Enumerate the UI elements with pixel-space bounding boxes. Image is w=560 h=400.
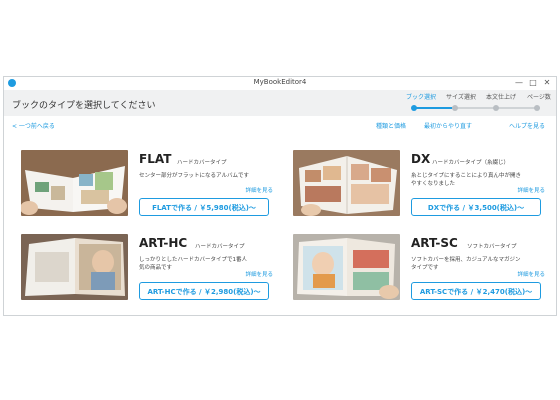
create-dx-button[interactable]: DXで作る / ￥3,500(税込)〜 (411, 198, 541, 216)
detail-link-art-sc[interactable]: 詳細を見る (517, 270, 545, 278)
product-card-art-sc: ART-SC ソフトカバータイプ ソフトカバーを採用、カジュアルなマガジンタイプ… (293, 234, 547, 306)
product-subtitle-art-sc: ソフトカバータイプ (467, 244, 517, 250)
product-desc-dx: 糸とじタイプにすることにより真ん中が開きやすくなりました (411, 173, 521, 187)
product-photo-flat (21, 150, 128, 216)
create-art-hc-button[interactable]: ART-HCで作る / ￥2,980(税込)〜 (139, 282, 269, 300)
step-page-count: ページ数 (527, 94, 551, 101)
product-card-art-hc: ART-HC ハードカバータイプ しっかりとしたハードカバータイプで1番人気の商… (21, 234, 275, 306)
product-desc-art-hc: しっかりとしたハードカバータイプで1番人気の商品です (139, 257, 248, 271)
create-flat-button[interactable]: FLATで作る / ￥5,980(税込)〜 (139, 198, 269, 216)
step-dot-2 (452, 105, 458, 111)
product-card-dx: DX ハードカバータイプ（糸綴じ） 糸とじタイプにすることにより真ん中が開きやす… (293, 150, 547, 222)
detail-link-dx[interactable]: 詳細を見る (517, 186, 545, 194)
product-subtitle-art-hc: ハードカバータイプ (195, 244, 245, 250)
page-title: ブックのタイプを選択してください (12, 101, 156, 111)
product-desc-flat: センター部分がフラットになるアルバムです (139, 173, 249, 179)
create-art-sc-button[interactable]: ART-SCで作る / ￥2,470(税込)〜 (411, 282, 541, 300)
product-subtitle-flat: ハードカバータイプ (177, 160, 227, 166)
product-name-art-sc: ART-SC (411, 236, 458, 250)
step-dot-3 (493, 105, 499, 111)
minimize-button[interactable]: — (512, 77, 526, 89)
maximize-button[interactable]: □ (526, 77, 540, 89)
product-name-flat: FLAT (139, 152, 172, 166)
window-title: MyBookEditor4 (253, 78, 307, 86)
types-prices-link[interactable]: 種類と価格 (376, 121, 406, 130)
nav-link-bar: < 一つ前へ戻る 種類と価格 最初からやり直す ヘルプを見る (4, 116, 556, 134)
product-photo-art-hc (21, 234, 128, 300)
product-desc-art-sc: ソフトカバーを採用、カジュアルなマガジンタイプです (411, 257, 521, 271)
product-grid: FLAT ハードカバータイプ センター部分がフラットになるアルバムです 詳細を見… (4, 134, 556, 315)
close-button[interactable]: ✕ (540, 77, 554, 89)
detail-link-art-hc[interactable]: 詳細を見る (245, 270, 273, 278)
help-link[interactable]: ヘルプを見る (509, 121, 545, 130)
product-name-art-hc: ART-HC (139, 236, 188, 250)
step-size-select: サイズ選択 (446, 94, 476, 101)
step-indicator: ブック選択 サイズ選択 本文仕上げ ページ数 (406, 92, 552, 114)
product-subtitle-dx: ハードカバータイプ（糸綴じ） (432, 160, 510, 166)
page-header: ブックのタイプを選択してください ブック選択 サイズ選択 本文仕上げ ページ数 (4, 90, 556, 116)
detail-link-flat[interactable]: 詳細を見る (245, 186, 273, 194)
product-photo-dx (293, 150, 400, 216)
step-finish: 本文仕上げ (486, 94, 517, 101)
app-window: MyBookEditor4 — □ ✕ ブックのタイプを選択してください ブック… (3, 76, 557, 316)
step-progress-line (412, 107, 452, 109)
product-card-flat: FLAT ハードカバータイプ センター部分がフラットになるアルバムです 詳細を見… (21, 150, 275, 222)
step-dot-1 (411, 105, 417, 111)
step-book-select: ブック選択 (406, 94, 437, 101)
restart-link[interactable]: 最初からやり直す (424, 121, 472, 130)
product-name-dx: DX (411, 152, 431, 166)
product-photo-art-sc (293, 234, 400, 300)
back-link[interactable]: < 一つ前へ戻る (12, 121, 55, 130)
step-dot-4 (534, 105, 540, 111)
title-bar: MyBookEditor4 — □ ✕ (4, 77, 556, 91)
